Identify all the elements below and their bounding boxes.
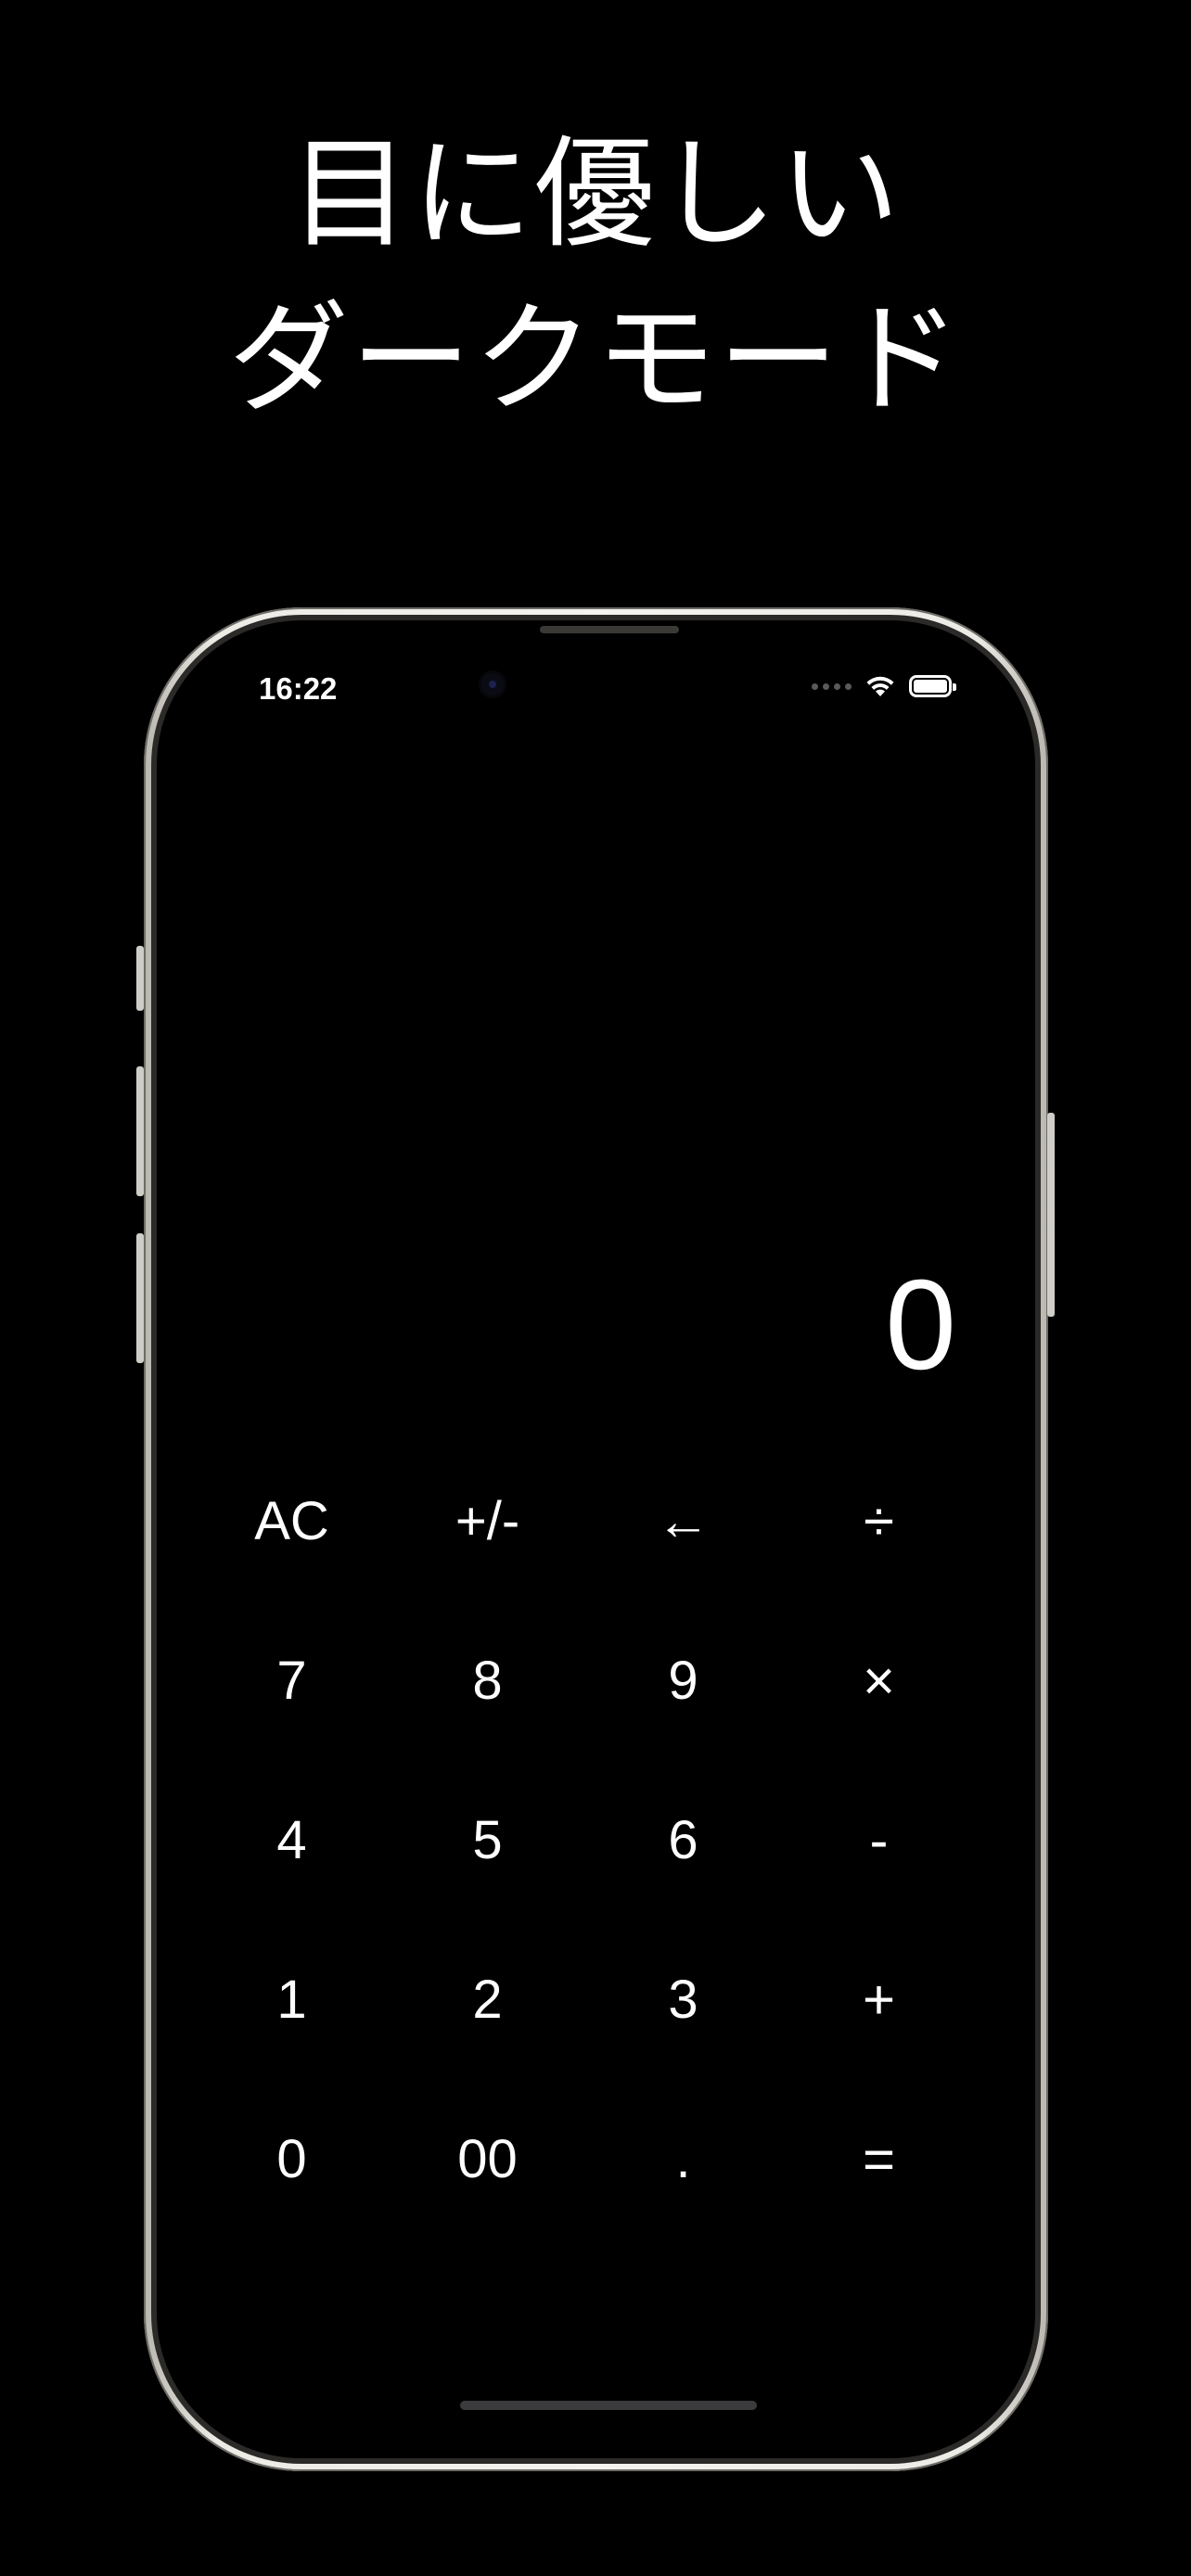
key-double-zero[interactable]: 00 [390, 2079, 585, 2238]
key-decimal[interactable]: . [585, 2079, 781, 2238]
action-button [136, 946, 144, 1011]
key-5[interactable]: 5 [390, 1760, 585, 1919]
headline-line-2: ダークモード [227, 288, 963, 429]
key-add[interactable]: + [781, 1919, 977, 2079]
key-8[interactable]: 8 [390, 1600, 585, 1760]
calculator-display: 0 [885, 1254, 956, 1396]
key-divide[interactable]: ÷ [781, 1441, 977, 1600]
battery-icon [909, 675, 956, 697]
key-0[interactable]: 0 [194, 2079, 390, 2238]
key-9[interactable]: 9 [585, 1600, 781, 1760]
status-icons [812, 674, 956, 698]
key-subtract[interactable]: - [781, 1760, 977, 1919]
volume-up-button [136, 1066, 144, 1196]
key-backspace[interactable]: ← [585, 1441, 781, 1600]
key-4[interactable]: 4 [194, 1760, 390, 1919]
promo-headline: 目に優しい ダークモード [0, 111, 1191, 441]
key-6[interactable]: 6 [585, 1760, 781, 1919]
calculator-keypad: AC +/- ← ÷ 7 8 9 × 4 5 6 - 1 2 3 + 0 00 … [194, 1441, 998, 2238]
key-toggle-sign[interactable]: +/- [390, 1441, 585, 1600]
volume-down-button [136, 1233, 144, 1363]
home-indicator[interactable] [460, 2401, 757, 2410]
key-3[interactable]: 3 [585, 1919, 781, 2079]
phone-frame: 16:22 0 AC +/- ← ÷ 7 8 9 × 4 5 6 - 1 2 3… [144, 607, 1048, 2471]
key-2[interactable]: 2 [390, 1919, 585, 2079]
speaker-grille [540, 626, 679, 633]
key-7[interactable]: 7 [194, 1600, 390, 1760]
wifi-icon [866, 676, 894, 696]
signal-dots-icon [812, 682, 852, 690]
headline-line-1: 目に優しい [288, 123, 902, 264]
status-time: 16:22 [259, 671, 338, 706]
front-camera-icon [481, 673, 504, 695]
key-all-clear[interactable]: AC [194, 1441, 390, 1600]
key-1[interactable]: 1 [194, 1919, 390, 2079]
key-equals[interactable]: = [781, 2079, 977, 2238]
phone-screen: 16:22 0 AC +/- ← ÷ 7 8 9 × 4 5 6 - 1 2 3… [157, 620, 1035, 2458]
power-button [1047, 1113, 1055, 1317]
key-multiply[interactable]: × [781, 1600, 977, 1760]
